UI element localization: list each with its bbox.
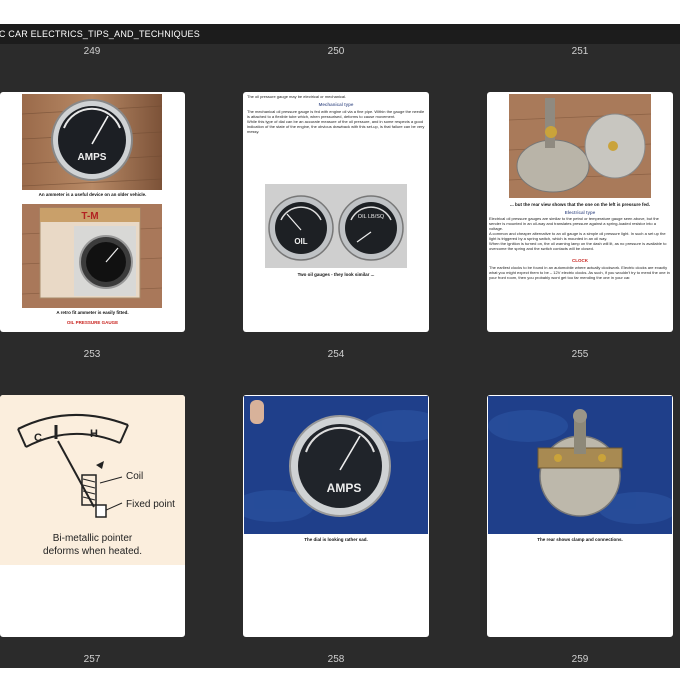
- section-subhead: Electrical type: [564, 210, 596, 215]
- page-thumbnail[interactable]: AMPS The dial is looking rather sad.: [243, 395, 429, 637]
- paragraph: The mechanical oil pressure gauge is fed…: [247, 109, 425, 119]
- page-thumbnail[interactable]: The oil pressure gauge may be electrical…: [243, 92, 429, 332]
- paragraph: While this type of dial can be an accura…: [247, 119, 425, 134]
- deforms-label: deforms when heated.: [43, 546, 142, 557]
- page-number: 259: [571, 654, 589, 665]
- page-number: 251: [571, 46, 589, 57]
- bottom-strip: [0, 668, 680, 680]
- page-number: 255: [571, 349, 589, 360]
- photo-caption: A retro fit ammeter is easily fitted.: [56, 310, 129, 315]
- fixed-point-label: Fixed point: [126, 499, 175, 510]
- gauge-rear-photo: [509, 94, 651, 198]
- document-viewer: SIC CAR ELECTRICS_TIPS_AND_TECHNIQUES 24…: [0, 0, 680, 680]
- page-thumbnail[interactable]: AMPS An ammeter is a useful device on an…: [0, 92, 185, 332]
- retrofit-ammeter-photo: T-M: [22, 204, 162, 308]
- paragraph: Electrical oil pressure gauges are simil…: [489, 216, 659, 231]
- pointer-label: Bi-metallic pointer: [52, 533, 133, 544]
- photo-caption: The rear shows clamp and connections.: [537, 537, 623, 542]
- coil-label: Coil: [126, 471, 144, 482]
- page-thumbnail[interactable]: The rear shows clamp and connections.: [487, 395, 673, 637]
- paragraph: When the ignition is turned on, the oil …: [489, 241, 667, 251]
- section-subhead: Mechanical type: [318, 102, 354, 107]
- box-label: T-M: [81, 211, 98, 222]
- photo-caption: An ammeter is a useful device on an olde…: [38, 192, 147, 197]
- photo-caption: Two oil gauges - they look similar ...: [297, 272, 375, 277]
- page-number: 253: [83, 349, 101, 360]
- intro-text: The oil pressure gauge may be electrical…: [247, 94, 347, 99]
- section-heading: OIL PRESSURE GAUGE: [66, 320, 119, 325]
- page-number: 257: [83, 654, 101, 665]
- page-thumbnail[interactable]: ... but the rear view shows that the one…: [487, 92, 673, 332]
- document-title: SIC CAR ELECTRICS_TIPS_AND_TECHNIQUES: [0, 29, 200, 39]
- page-number: 254: [327, 349, 345, 360]
- rear-clamp-photo: [488, 396, 672, 534]
- page-number: 250: [327, 46, 345, 57]
- page-number: 249: [83, 46, 101, 57]
- ammeter-photo: AMPS: [22, 94, 162, 190]
- page-number: 258: [327, 654, 345, 665]
- body-text-block: The mechanical oil pressure gauge is fed…: [247, 109, 425, 134]
- gauge-label: AMPS: [327, 481, 362, 495]
- photo-caption: The dial is looking rather sad.: [304, 537, 368, 542]
- paragraph: A common and cheaper alternative to an o…: [489, 231, 666, 241]
- paragraph: The earliest clocks to be found in an au…: [489, 265, 670, 280]
- body-text-block: The earliest clocks to be found in an au…: [489, 265, 671, 280]
- gauge-label: OIL LB/SQ: [358, 214, 385, 220]
- body-text-block: Electrical oil pressure gauges are simil…: [489, 216, 671, 251]
- sad-dial-photo: AMPS: [244, 396, 428, 534]
- top-strip: [0, 0, 680, 24]
- svg-text:C: C: [34, 432, 42, 444]
- photo-caption: ... but the rear view shows that the one…: [509, 202, 651, 207]
- page-thumbnail-grid[interactable]: 249 250 251 AMPS An ammeter is a useful …: [0, 44, 680, 668]
- section-heading: CLOCK: [572, 258, 588, 263]
- bimetallic-illustration: C H Coil Fixed point Bi-metallic pointer…: [0, 395, 185, 565]
- title-bar: SIC CAR ELECTRICS_TIPS_AND_TECHNIQUES: [0, 24, 680, 44]
- gauge-label: OIL: [294, 237, 307, 246]
- svg-text:H: H: [90, 428, 98, 440]
- gauge-label: AMPS: [78, 152, 107, 163]
- oil-gauges-photo: OIL OIL LB/SQ: [265, 184, 407, 268]
- page-thumbnail[interactable]: C H Coil Fixed point Bi-metallic pointer…: [0, 395, 185, 637]
